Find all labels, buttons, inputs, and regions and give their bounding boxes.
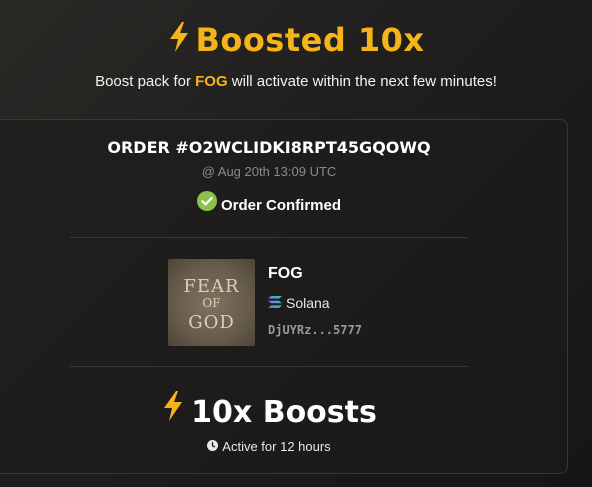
title-text: Boosted 10x bbox=[195, 21, 425, 59]
lightning-bolt-icon bbox=[167, 20, 191, 64]
order-card: ORDER #O2WCLIDKI8RPT45GQOWQ @ Aug 20th 1… bbox=[0, 119, 568, 474]
duration-text: Active for 12 hours bbox=[222, 439, 331, 454]
divider bbox=[70, 366, 468, 367]
status-text: Order Confirmed bbox=[220, 196, 341, 214]
subtitle-token: FOG bbox=[195, 73, 228, 90]
boost-label: 10x Boosts bbox=[191, 395, 377, 430]
order-status: Order Confirmed bbox=[0, 191, 538, 218]
subtitle-prefix: Boost pack for bbox=[95, 73, 191, 90]
token-name: FOG bbox=[268, 265, 303, 282]
boost-duration: Active for 12 hours bbox=[0, 438, 538, 456]
solana-icon bbox=[268, 294, 282, 312]
check-circle-icon bbox=[196, 191, 217, 218]
order-date: @ Aug 20th 13:09 UTC bbox=[201, 164, 337, 179]
lightning-bolt-icon bbox=[161, 390, 185, 434]
subtitle-suffix: will activate within the next few minute… bbox=[231, 73, 497, 90]
token-chain: Solana bbox=[268, 294, 330, 312]
clock-icon bbox=[207, 438, 219, 456]
boost-count: 10x Boosts bbox=[0, 390, 538, 434]
divider bbox=[70, 237, 468, 238]
token-image: FEAR OF GOD bbox=[168, 259, 255, 346]
token-image-line-1: FEAR bbox=[183, 276, 239, 297]
token-address[interactable]: DjUYRz...5777 bbox=[268, 322, 362, 338]
page-title: Boosted 10x bbox=[0, 18, 592, 64]
token-image-line-2: OF bbox=[202, 296, 220, 310]
order-id: ORDER #O2WCLIDKI8RPT45GQOWQ bbox=[107, 138, 431, 157]
chain-name: Solana bbox=[286, 295, 330, 311]
subtitle: Boost pack for FOG will activate within … bbox=[0, 72, 592, 92]
token-image-line-3: GOD bbox=[188, 312, 235, 333]
